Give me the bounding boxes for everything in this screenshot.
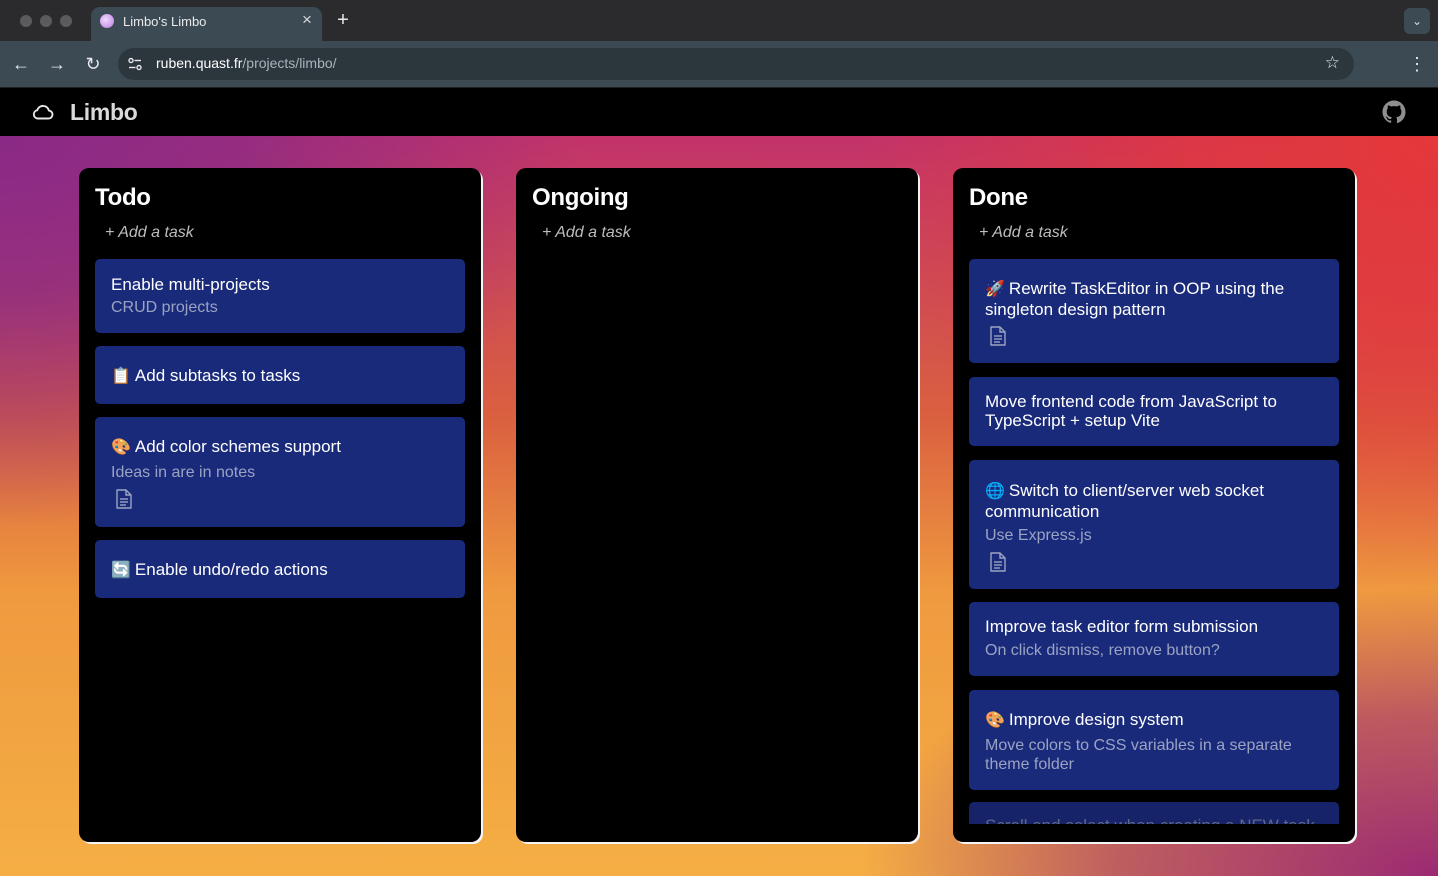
- browser-menu-icon[interactable]: ⋮: [1408, 53, 1426, 75]
- column-title: Ongoing: [532, 184, 629, 211]
- task-title: Enable undo/redo actions: [134, 560, 328, 579]
- task-card-partial[interactable]: Scroll and select when creating a NEW ta…: [969, 802, 1339, 824]
- address-bar[interactable]: ruben.quast.fr/projects/limbo/ ☆: [118, 48, 1354, 80]
- task-subtitle: CRUD projects: [111, 299, 218, 316]
- refresh-icon: 🔄: [111, 562, 131, 579]
- reload-icon[interactable]: ↻: [82, 53, 104, 75]
- clipboard-icon: 📋: [111, 368, 131, 385]
- site-info-icon[interactable]: [127, 56, 143, 72]
- browser-tab[interactable]: Limbo's Limbo ×: [91, 7, 322, 41]
- task-title-row: 🎨 Add color schemes support: [111, 437, 449, 458]
- favicon-icon: [100, 14, 114, 28]
- tab-close-icon[interactable]: ×: [298, 11, 316, 29]
- palette-icon: 🎨: [985, 712, 1005, 729]
- cloud-icon: [32, 104, 54, 120]
- app-title[interactable]: Limbo: [70, 99, 138, 126]
- task-card[interactable]: Enable multi-projects CRUD projects: [95, 259, 465, 333]
- document-icon: [116, 489, 132, 509]
- task-card[interactable]: 🔄 Enable undo/redo actions: [95, 540, 465, 598]
- task-subtitle: Move colors to CSS variables in a separa…: [985, 737, 1292, 773]
- tab-title: Limbo's Limbo: [123, 14, 207, 29]
- back-icon[interactable]: ←: [10, 53, 32, 75]
- bookmark-star-icon[interactable]: ☆: [1325, 53, 1340, 73]
- github-icon[interactable]: [1382, 100, 1406, 124]
- rocket-icon: 🚀: [985, 281, 1005, 298]
- window-zoom-button[interactable]: [60, 15, 72, 27]
- column-title: Done: [969, 184, 1028, 211]
- app-header: Limbo: [0, 88, 1438, 136]
- task-card[interactable]: 🚀 Rewrite TaskEditor in OOP using the sin…: [969, 259, 1339, 363]
- task-title-row: 🚀 Rewrite TaskEditor in OOP using the sin…: [985, 279, 1285, 320]
- column-done: Done + Add a task 🚀 Rewrite TaskEditor in…: [953, 168, 1355, 842]
- window-close-button[interactable]: [20, 15, 32, 27]
- url-text[interactable]: ruben.quast.fr/projects/limbo/: [156, 55, 337, 71]
- browser-tab-bar: Limbo's Limbo × + ⌄: [0, 0, 1438, 41]
- task-title: Enable multi-projects: [111, 275, 270, 294]
- task-card[interactable]: 📋 Add subtasks to tasks: [95, 346, 465, 404]
- column-todo: Todo + Add a task Enable multi-projects …: [79, 168, 481, 842]
- task-title: Improve task editor form submission: [985, 617, 1259, 636]
- task-title: Add subtasks to tasks: [134, 366, 301, 385]
- url-path: /projects/limbo/: [242, 55, 337, 71]
- window-minimize-button[interactable]: [40, 15, 52, 27]
- task-title: Add color schemes support: [134, 437, 341, 456]
- task-card[interactable]: 🎨 Improve design system Move colors to CS…: [969, 690, 1339, 790]
- document-icon: [990, 326, 1006, 346]
- column-title: Todo: [95, 184, 151, 211]
- task-subtitle: Ideas in are in notes: [111, 464, 256, 481]
- task-title-row: 🎨 Improve design system: [985, 710, 1323, 731]
- new-tab-icon[interactable]: +: [333, 9, 353, 31]
- tab-search-icon[interactable]: ⌄: [1404, 8, 1430, 34]
- task-title: Rewrite TaskEditor in OOP using the sing…: [985, 279, 1285, 319]
- task-title-row: 🌐 Switch to client/server web socket comm…: [985, 481, 1323, 522]
- task-card[interactable]: 🌐 Switch to client/server web socket comm…: [969, 460, 1339, 589]
- task-title: Scroll and select when creating a NEW ta…: [985, 816, 1315, 824]
- globe-icon: 🌐: [985, 483, 1005, 500]
- task-title-row: 📋 Add subtasks to tasks: [111, 366, 449, 387]
- task-card[interactable]: 🎨 Add color schemes support Ideas in are …: [95, 417, 465, 527]
- board: Todo + Add a task Enable multi-projects …: [0, 136, 1438, 876]
- add-task-button[interactable]: + Add a task: [105, 224, 194, 242]
- forward-icon[interactable]: →: [46, 53, 68, 75]
- task-card[interactable]: Improve task editor form submission On c…: [969, 602, 1339, 676]
- task-subtitle: On click dismiss, remove button?: [985, 642, 1220, 659]
- task-title-row: 🔄 Enable undo/redo actions: [111, 560, 449, 581]
- browser-toolbar: ← → ↻ ruben.quast.fr/projects/limbo/ ☆ ⋮: [0, 41, 1438, 87]
- palette-icon: 🎨: [111, 439, 131, 456]
- task-title: Move frontend code from JavaScript to Ty…: [985, 392, 1277, 430]
- task-title: Switch to client/server web socket commu…: [985, 481, 1265, 521]
- add-task-button[interactable]: + Add a task: [542, 224, 631, 242]
- task-card[interactable]: Move frontend code from JavaScript to Ty…: [969, 377, 1339, 446]
- task-subtitle: Use Express.js: [985, 527, 1092, 544]
- document-icon: [990, 552, 1006, 572]
- task-title: Improve design system: [1008, 710, 1184, 729]
- url-host: ruben.quast.fr: [156, 55, 243, 71]
- column-ongoing: Ongoing + Add a task: [516, 168, 918, 842]
- add-task-button[interactable]: + Add a task: [979, 224, 1068, 242]
